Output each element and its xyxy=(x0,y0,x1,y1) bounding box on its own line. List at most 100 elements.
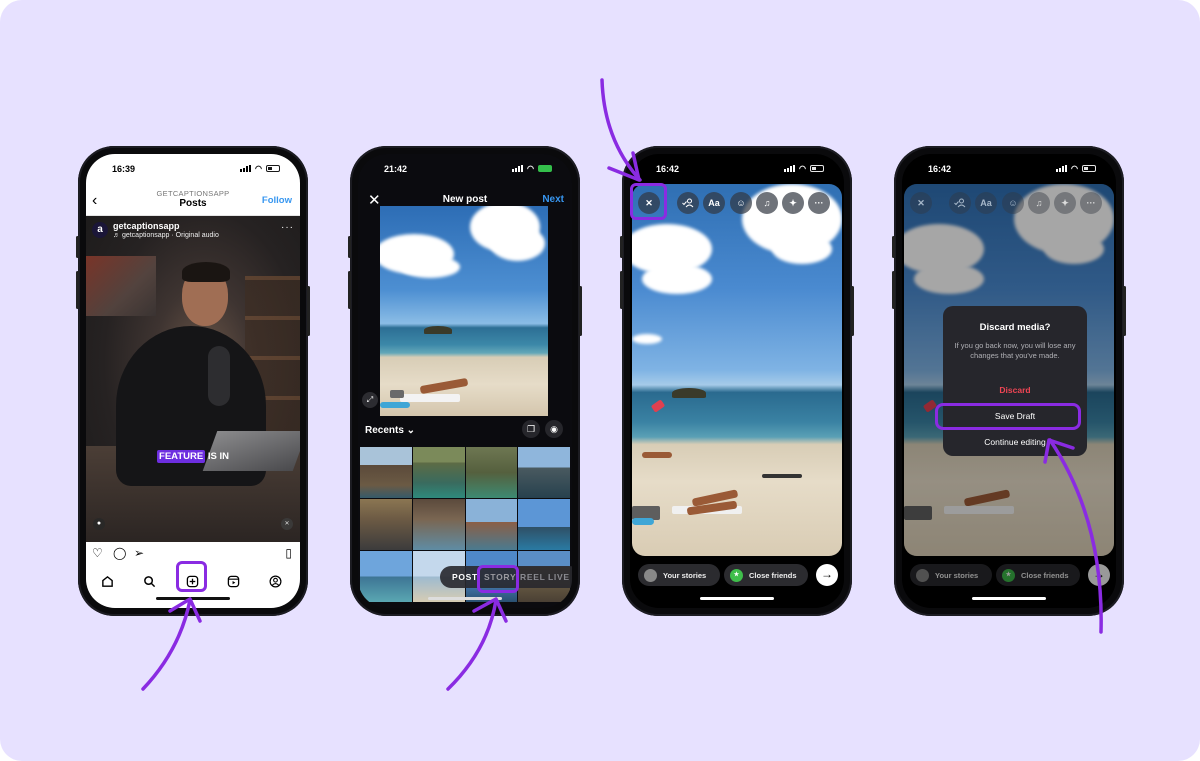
mute-icon[interactable]: ✕ xyxy=(281,518,293,530)
signal-icon xyxy=(784,165,796,172)
phone-instagram-post: 16:39 ◠ ‹ GETCAPTIONSAPP Posts Follow a … xyxy=(76,146,310,616)
screen: 21:42 ◠ ✕ New post Next ⤢ Recents ⌄ ❐ ◉ … xyxy=(358,154,572,608)
photo-thumbnail[interactable] xyxy=(412,447,465,498)
music-icon[interactable]: ♫ xyxy=(756,192,778,214)
home-indicator xyxy=(428,597,502,600)
status-bar: 16:42 ◠ xyxy=(902,154,1116,186)
recents-dropdown[interactable]: Recents ⌄ xyxy=(365,425,415,436)
avatar[interactable]: a xyxy=(92,222,108,238)
bottom-tab-bar xyxy=(86,568,300,594)
expand-icon[interactable]: ⤢ xyxy=(362,392,378,408)
story-toolbar: ✕ Aa ☺ ♫ ✦ ··· xyxy=(902,192,1116,216)
screen: 16:39 ◠ ‹ GETCAPTIONSAPP Posts Follow a … xyxy=(86,154,300,608)
story-toolbar: ✕ Aa ☺ ♫ ✦ ··· xyxy=(630,192,844,216)
selected-photo-preview[interactable] xyxy=(380,206,548,416)
dialog-title: Discard media? xyxy=(979,322,1051,333)
effects-icon[interactable]: ✦ xyxy=(782,192,804,214)
wifi-icon: ◠ xyxy=(1071,164,1078,173)
photo-thumbnail[interactable] xyxy=(518,499,570,550)
close-friends-label: Close friends xyxy=(749,570,797,580)
mode-story[interactable]: STORY xyxy=(484,572,516,582)
photo-thumbnail[interactable] xyxy=(360,447,412,498)
profile-icon[interactable] xyxy=(264,570,286,592)
music-icon: ♫ xyxy=(1028,192,1050,214)
more-icon[interactable]: ··· xyxy=(808,192,830,214)
create-post-icon[interactable] xyxy=(181,570,203,592)
posts-navbar: ‹ GETCAPTIONSAPP Posts Follow xyxy=(86,186,300,216)
photo-thumbnail[interactable] xyxy=(360,499,412,550)
photo-thumbnail[interactable] xyxy=(465,447,518,498)
photo-thumbnail[interactable] xyxy=(518,447,570,498)
select-multiple-icon[interactable]: ❐ xyxy=(522,420,540,438)
battery-icon xyxy=(1082,165,1096,172)
reels-icon[interactable] xyxy=(222,570,244,592)
share-next-button[interactable]: → xyxy=(816,564,838,586)
your-stories-button[interactable]: Your stories xyxy=(638,564,720,586)
audio-label[interactable]: ♬ getcaptionsapp · Original audio xyxy=(113,232,219,239)
status-time: 21:42 xyxy=(384,164,408,174)
search-icon[interactable] xyxy=(138,570,160,592)
status-bar: 21:42 ◠ xyxy=(358,154,572,186)
photo-thumbnail[interactable] xyxy=(465,499,518,550)
mode-post[interactable]: POST xyxy=(452,572,478,582)
next-button[interactable]: Next xyxy=(542,194,564,205)
phone-story-editor: 16:42 ◠ ✕ Aa ☺ ♫ ✦ ··· Your stories ★ Cl… xyxy=(620,146,854,616)
signal-icon xyxy=(512,165,524,172)
user-avatar xyxy=(644,568,657,582)
camera-icon[interactable]: ◉ xyxy=(545,420,563,438)
status-time: 16:42 xyxy=(928,164,952,174)
heart-icon[interactable]: ♡ xyxy=(92,546,103,560)
effects-icon: ✦ xyxy=(1054,192,1076,214)
more-options-icon[interactable]: ··· xyxy=(281,222,294,233)
continue-editing-button[interactable]: Continue editing xyxy=(943,430,1087,454)
wifi-icon: ◠ xyxy=(799,164,806,173)
mode-reel[interactable]: REEL xyxy=(520,572,545,582)
share-bar: Your stories ★ Close friends → xyxy=(630,564,844,588)
more-icon: ··· xyxy=(1080,192,1102,214)
share-icon[interactable]: ➢ xyxy=(134,546,144,560)
home-indicator xyxy=(700,597,774,600)
home-indicator xyxy=(156,597,230,600)
mode-live[interactable]: LIVE xyxy=(548,572,570,582)
home-icon[interactable] xyxy=(96,570,118,592)
phone-discard-dialog: 16:42 ◠ ✕ Aa ☺ ♫ ✦ ··· Discard media? If… xyxy=(892,146,1126,616)
photo-thumbnail[interactable] xyxy=(412,499,465,550)
caption-rest: IS IN xyxy=(205,451,229,462)
caption-highlight-word: FEATURE xyxy=(157,450,206,463)
close-friends-button[interactable]: ★ Close friends xyxy=(724,564,808,586)
sticker-icon[interactable]: ☺ xyxy=(730,192,752,214)
photo-thumbnail[interactable] xyxy=(360,551,412,602)
post-username[interactable]: getcaptionsapp xyxy=(113,221,180,231)
battery-icon xyxy=(810,165,824,172)
tagged-people-icon[interactable]: ● xyxy=(93,518,105,530)
star-icon: ★ xyxy=(730,568,743,582)
comment-icon[interactable]: ◯ xyxy=(113,546,126,560)
tag-people-icon xyxy=(949,192,971,214)
your-stories-label: Your stories xyxy=(663,570,707,580)
your-stories-button: Your stories xyxy=(910,564,992,586)
battery-icon xyxy=(266,165,280,172)
page-title: New post xyxy=(442,194,488,205)
screen: 16:42 ◠ ✕ Aa ☺ ♫ ✦ ··· Your stories ★ Cl… xyxy=(630,154,844,608)
follow-button[interactable]: Follow xyxy=(262,195,292,206)
close-friends-label: Close friends xyxy=(1021,570,1069,580)
home-indicator xyxy=(972,597,1046,600)
share-next-button: → xyxy=(1088,564,1110,586)
camera-mode-selector: POST STORY REEL LIVE xyxy=(440,566,572,588)
status-bar: 16:39 ◠ xyxy=(86,154,300,186)
dialog-message: If you go back now, you will lose any ch… xyxy=(954,341,1076,360)
post-actions: ♡ ◯ ➢ ▯ xyxy=(86,546,300,564)
save-draft-button[interactable]: Save Draft xyxy=(943,404,1087,428)
post-video[interactable] xyxy=(86,216,300,542)
text-icon: Aa xyxy=(975,192,997,214)
discard-button[interactable]: Discard xyxy=(943,378,1087,402)
discard-media-dialog: Discard media? If you go back now, you w… xyxy=(943,306,1087,456)
close-icon[interactable]: ✕ xyxy=(638,192,660,214)
text-icon[interactable]: Aa xyxy=(703,192,725,214)
status-time: 16:39 xyxy=(112,164,136,174)
phone-new-post: 21:42 ◠ ✕ New post Next ⤢ Recents ⌄ ❐ ◉ … xyxy=(348,146,582,616)
tag-people-icon[interactable] xyxy=(677,192,699,214)
bookmark-icon[interactable]: ▯ xyxy=(285,546,292,560)
story-photo[interactable] xyxy=(632,184,842,556)
status-time: 16:42 xyxy=(656,164,680,174)
